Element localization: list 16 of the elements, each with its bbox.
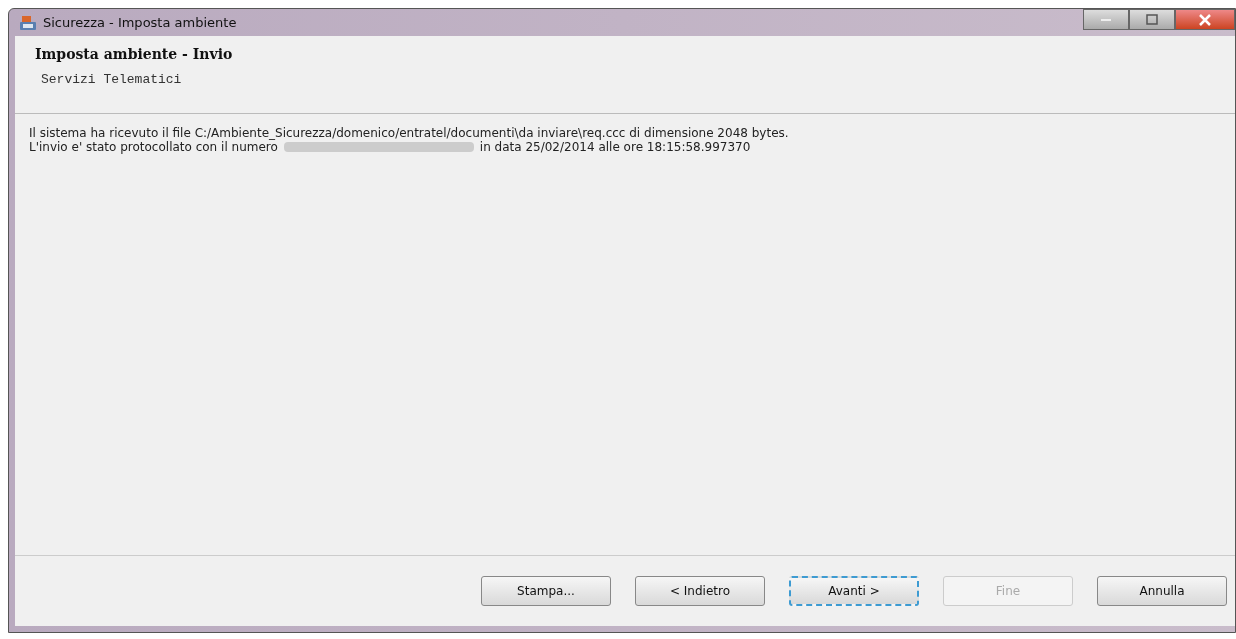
- wizard-button[interactable]: Annulla: [1097, 576, 1227, 606]
- wizard-button[interactable]: < Indietro: [635, 576, 765, 606]
- window-title: Sicurezza - Imposta ambiente: [43, 15, 237, 30]
- message-text: L'invio e' stato protocollato con il numero: [29, 140, 278, 154]
- wizard-button[interactable]: Stampa...: [481, 576, 611, 606]
- message-text: Il sistema ha ricevuto il file C:/Ambiente_Sicurezza/domenico/entratel/documenti\da inviare\req.ccc di dimensione 2048 bytes.: [29, 126, 790, 140]
- app-icon: [19, 13, 37, 32]
- close-icon: [1198, 13, 1212, 26]
- step-title: Imposta ambiente - Invio: [35, 46, 234, 62]
- maximize-button[interactable]: [1129, 9, 1175, 30]
- step-subtitle: Servizi Telematici: [41, 72, 183, 87]
- maximize-icon: [1146, 14, 1158, 25]
- wizard-button[interactable]: Avanti >: [789, 576, 919, 606]
- message-text: in data 25/02/2014 alle ore 18:15:58.997370: [479, 140, 751, 154]
- minimize-button[interactable]: [1083, 9, 1129, 30]
- close-button[interactable]: [1175, 9, 1235, 30]
